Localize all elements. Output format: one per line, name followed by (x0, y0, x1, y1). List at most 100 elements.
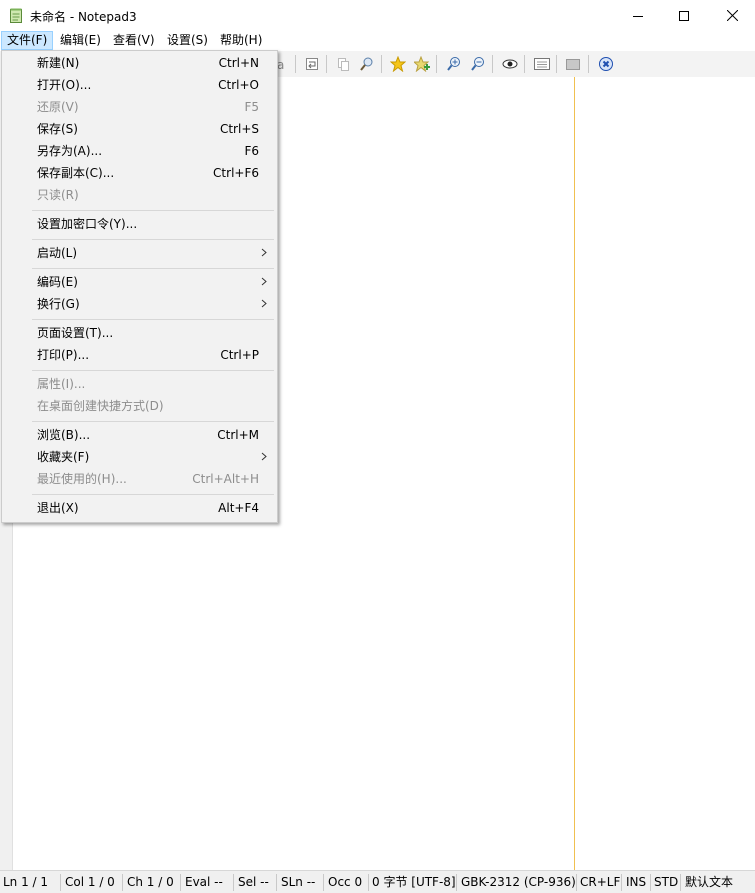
long-line-marker (574, 77, 575, 870)
status-char: Ch 1 / 0 (127, 875, 174, 889)
menu-item-save[interactable]: 保存(S) Ctrl+S (4, 118, 275, 140)
menu-item-save-copy[interactable]: 保存副本(C)... Ctrl+F6 (4, 162, 275, 184)
menu-item-shortcut: Ctrl+S (219, 122, 259, 136)
menu-item-page-setup[interactable]: 页面设置(T)... (4, 322, 275, 344)
menu-item-shortcut: Ctrl+Alt+H (192, 472, 259, 486)
menu-item-shortcut: Ctrl+O (218, 78, 259, 92)
menu-item-exit[interactable]: 退出(X) Alt+F4 (4, 497, 275, 519)
menu-item-print[interactable]: 打印(P)... Ctrl+P (4, 344, 275, 366)
status-selection: Sel -- (238, 875, 269, 889)
toolbar-separator (524, 55, 525, 73)
menu-help[interactable]: 帮助(H) (215, 31, 267, 50)
menu-item-label: 另存为(A)... (37, 144, 103, 158)
menu-item-shortcut: F5 (244, 100, 259, 114)
menu-item-label: 换行(G) (37, 297, 80, 311)
menu-item-label: 保存(S) (37, 122, 78, 136)
status-occurrences: Occ 0 (328, 875, 363, 889)
menu-item-open[interactable]: 打开(O)... Ctrl+O (4, 74, 275, 96)
status-separator (233, 874, 234, 891)
status-codepage[interactable]: GBK-2312 (CP-936) (461, 871, 576, 893)
menu-item-recent-files: 最近使用的(H)... Ctrl+Alt+H (4, 468, 275, 490)
menu-item-favorites[interactable]: 收藏夹(F) (4, 446, 275, 468)
toolbar-separator (492, 55, 493, 73)
submenu-arrow-icon (261, 293, 267, 315)
status-separator (180, 874, 181, 891)
fullscreen-icon[interactable] (563, 54, 583, 74)
menu-item-read-only: 只读(R) (4, 184, 275, 206)
zoom-out-icon[interactable] (468, 54, 488, 74)
menu-separator (32, 319, 274, 320)
toolbar-separator (556, 55, 557, 73)
menu-item-label: 收藏夹(F) (37, 450, 90, 464)
menu-item-desktop-shortcut: 在桌面创建快捷方式(D) (4, 395, 275, 417)
zoom-in-icon[interactable] (444, 54, 464, 74)
add-favorite-icon[interactable] (412, 54, 432, 74)
menu-item-launch[interactable]: 启动(L) (4, 242, 275, 264)
menu-separator (32, 494, 274, 495)
status-separator (122, 874, 123, 891)
status-separator (60, 874, 61, 891)
status-separator (323, 874, 324, 891)
status-separator (650, 874, 651, 891)
status-line: Ln 1 / 1 (3, 875, 49, 889)
eye-icon[interactable] (500, 54, 520, 74)
menu-item-label: 打印(P)... (37, 348, 90, 362)
exit-icon[interactable] (596, 54, 616, 74)
toolbar-separator (588, 55, 589, 73)
toolbar-separator (295, 55, 296, 73)
status-column: Col 1 / 0 (65, 875, 115, 889)
customize-schemes-icon[interactable] (532, 54, 552, 74)
toolbar-separator (326, 55, 327, 73)
favorite-star-icon[interactable] (388, 54, 408, 74)
status-selected-lines: SLn -- (281, 875, 316, 889)
menu-separator (32, 239, 274, 240)
menu-item-label: 打开(O)... (37, 78, 92, 92)
menu-settings[interactable]: 设置(S) (162, 31, 213, 50)
status-line-ending[interactable]: CR+LF (580, 871, 620, 893)
copy-icon[interactable] (333, 54, 353, 74)
menu-file[interactable]: 文件(F) (1, 31, 54, 50)
word-wrap-icon[interactable] (302, 54, 322, 74)
menu-item-label: 退出(X) (37, 501, 79, 515)
menu-item-encoding[interactable]: 编码(E) (4, 271, 275, 293)
menu-separator (32, 268, 274, 269)
menu-item-label: 在桌面创建快捷方式(D) (37, 399, 164, 413)
find-icon[interactable] (357, 54, 377, 74)
status-separator (621, 874, 622, 891)
status-std[interactable]: STD (654, 871, 678, 893)
file-menu-dropdown: 新建(N) Ctrl+N 打开(O)... Ctrl+O 还原(V) F5 保存… (1, 50, 278, 523)
status-size-encoding[interactable]: 0 字节 [UTF-8] (372, 871, 456, 893)
minimize-button[interactable] (615, 0, 661, 31)
menu-item-new[interactable]: 新建(N) Ctrl+N (4, 52, 275, 74)
menu-item-browse[interactable]: 浏览(B)... Ctrl+M (4, 424, 275, 446)
menu-view[interactable]: 查看(V) (108, 31, 160, 50)
menu-item-label: 编码(E) (37, 275, 78, 289)
svg-text:a: a (277, 58, 284, 72)
menu-item-label: 浏览(B)... (37, 428, 91, 442)
menu-item-shortcut: Alt+F4 (218, 501, 259, 515)
menu-separator (32, 210, 274, 211)
status-insert-mode[interactable]: INS (626, 871, 646, 893)
menu-item-label: 保存副本(C)... (37, 166, 115, 180)
close-button[interactable] (709, 0, 755, 31)
maximize-button[interactable] (661, 0, 707, 31)
status-separator (680, 874, 681, 891)
menu-item-label: 设置加密口令(Y)... (37, 217, 138, 231)
menu-item-label: 启动(L) (37, 246, 78, 260)
menu-item-shortcut: Ctrl+F6 (213, 166, 259, 180)
menu-edit[interactable]: 编辑(E) (55, 31, 106, 50)
status-separator (456, 874, 457, 891)
window-title: 未命名 - Notepad3 (30, 10, 137, 24)
menu-item-encryption[interactable]: 设置加密口令(Y)... (4, 213, 275, 235)
menu-item-line-endings[interactable]: 换行(G) (4, 293, 275, 315)
title-bar: 未命名 - Notepad3 (0, 0, 755, 31)
menu-item-save-as[interactable]: 另存为(A)... F6 (4, 140, 275, 162)
status-bar: Ln 1 / 1 Col 1 / 0 Ch 1 / 0 Eval -- Sel … (0, 870, 755, 893)
menu-item-label: 只读(R) (37, 188, 79, 202)
toolbar-separator (436, 55, 437, 73)
menu-item-label: 还原(V) (37, 100, 79, 114)
menu-separator (32, 421, 274, 422)
status-separator (276, 874, 277, 891)
menu-item-shortcut: Ctrl+N (218, 56, 259, 70)
status-lexer[interactable]: 默认文本 (685, 871, 733, 893)
